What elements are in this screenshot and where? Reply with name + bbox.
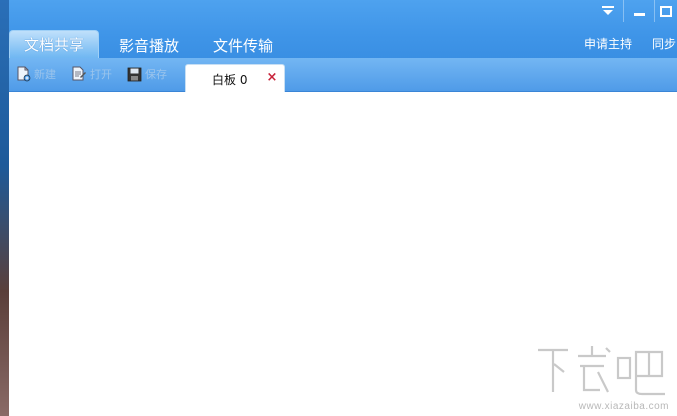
save-button-label: 保存: [145, 68, 167, 81]
save-icon: [127, 67, 142, 82]
new-button[interactable]: 新建: [16, 66, 56, 82]
new-button-label: 新建: [34, 68, 56, 81]
header-actions: 申请主持 同步: [584, 35, 677, 52]
watermark-url: www.xiazaiba.com: [578, 401, 669, 412]
open-button[interactable]: 打开: [71, 66, 112, 82]
watermark-logo: www.xiazaiba.com: [534, 342, 669, 412]
background-photo-edge: [0, 0, 9, 416]
whiteboard-canvas[interactable]: www.xiazaiba.com: [9, 92, 677, 416]
request-host-button[interactable]: 申请主持: [584, 35, 632, 52]
app-window: 文档共享 影音播放 文件传输 申请主持 同步 新建 打开 保存 白板 0 × w…: [0, 0, 677, 416]
tab-media-play[interactable]: 影音播放: [105, 32, 193, 58]
sync-button[interactable]: 同步: [652, 35, 677, 52]
document-tab-whiteboard[interactable]: 白板 0 ×: [185, 64, 285, 93]
maximize-icon[interactable]: [654, 0, 677, 22]
document-tab-label: 白板 0: [212, 72, 248, 87]
tab-document-share[interactable]: 文档共享: [9, 30, 100, 58]
new-document-icon: [16, 66, 31, 82]
sync-button-label: 同步: [652, 37, 677, 51]
close-icon[interactable]: ×: [265, 71, 279, 85]
dropdown-icon[interactable]: [593, 0, 623, 22]
open-button-label: 打开: [90, 68, 112, 81]
watermark-brand-graphic: [538, 346, 665, 396]
document-toolbar: 新建 打开 保存: [9, 58, 677, 92]
save-button[interactable]: 保存: [127, 66, 167, 82]
tab-file-transfer[interactable]: 文件传输: [199, 32, 287, 58]
open-document-icon: [71, 66, 87, 82]
main-tabs: 文档共享 影音播放 文件传输: [9, 30, 293, 58]
window-controls: [593, 0, 677, 22]
title-bar: 文档共享 影音播放 文件传输 申请主持 同步: [0, 0, 677, 58]
minimize-icon[interactable]: [623, 0, 654, 22]
